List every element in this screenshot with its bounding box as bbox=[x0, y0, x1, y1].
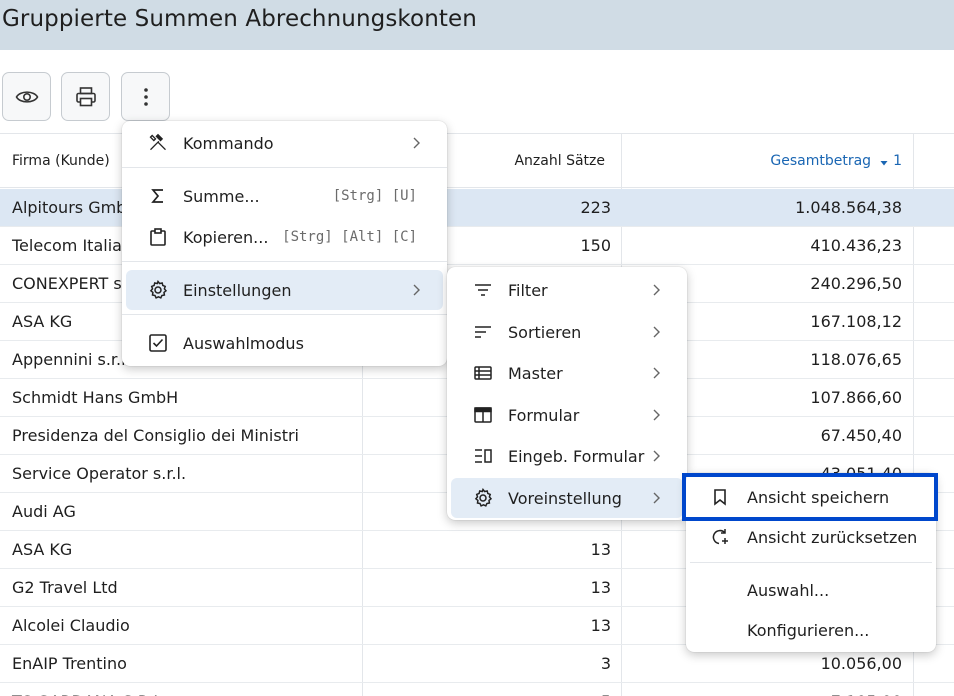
column-header-gesamtbetrag[interactable]: Gesamtbetrag 1 bbox=[621, 134, 902, 188]
column-header-gesamtbetrag-label: Gesamtbetrag bbox=[770, 153, 872, 169]
cell-firma: TC GARDANA S.R.L. bbox=[12, 683, 167, 696]
menu-item-label: Eingeb. Formular bbox=[508, 446, 645, 466]
menu-item-ansicht-zuruecksetzen[interactable]: Ansicht zurücksetzen bbox=[690, 517, 932, 557]
gear-icon bbox=[148, 280, 168, 300]
sort-lines-icon bbox=[473, 322, 493, 342]
chevron-right-icon bbox=[653, 367, 660, 379]
cell-betrag: 410.436,23 bbox=[810, 236, 902, 255]
menu-item-label: Auswahlmodus bbox=[183, 333, 304, 353]
sigma-icon bbox=[148, 186, 168, 206]
embedded-form-icon bbox=[473, 446, 493, 466]
menu-item-label: Summe... bbox=[183, 186, 260, 206]
cell-firma: Alcolei Claudio bbox=[12, 616, 130, 635]
cell-firma: Alpitours Gmb bbox=[12, 198, 127, 217]
gear-icon bbox=[473, 488, 493, 508]
title-bar: Gruppierte Summen Abrechnungskonten bbox=[0, 0, 954, 50]
menu-item-formular[interactable]: Formular bbox=[451, 395, 683, 435]
cell-firma: Telecom Italia S bbox=[12, 236, 138, 255]
chevron-right-icon bbox=[413, 284, 420, 296]
menu-item-label: Sortieren bbox=[508, 322, 582, 342]
menu-separator bbox=[122, 167, 447, 168]
menu-item-kopieren[interactable]: Kopieren... [Strg] [Alt] [C] bbox=[126, 217, 443, 257]
reset-view-icon bbox=[710, 527, 730, 547]
menu-item-label: Kommando bbox=[183, 133, 274, 153]
view-button[interactable] bbox=[2, 72, 51, 121]
sort-index: 1 bbox=[893, 153, 902, 169]
chevron-right-icon bbox=[653, 492, 660, 504]
page-title: Gruppierte Summen Abrechnungskonten bbox=[2, 6, 477, 32]
menu-item-label: Ansicht zurücksetzen bbox=[747, 527, 918, 547]
cell-betrag: 7.105,00 bbox=[621, 683, 902, 696]
more-options-button[interactable] bbox=[121, 72, 170, 121]
menu-item-shortcut: [Strg] [U] bbox=[332, 188, 417, 204]
menu-item-summe[interactable]: Summe... [Strg] [U] bbox=[126, 176, 443, 216]
cell-firma: EnAIP Trentino bbox=[12, 654, 127, 673]
more-vertical-icon bbox=[143, 87, 148, 106]
cell-anzahl: 13 bbox=[590, 578, 611, 597]
cell-anzahl: 5 bbox=[362, 683, 611, 696]
cell-firma: Schmidt Hans GmbH bbox=[12, 388, 179, 407]
cell-firma: CONEXPERT s.r. bbox=[12, 274, 137, 293]
cell-firma: G2 Travel Ltd bbox=[12, 578, 118, 597]
menu-separator bbox=[690, 562, 932, 563]
filter-lines-icon bbox=[473, 280, 493, 300]
cell-firma: Service Operator s.r.l. bbox=[12, 464, 187, 483]
menu-item-label: Kopieren... bbox=[183, 227, 269, 247]
menu-item-filter[interactable]: Filter bbox=[451, 270, 683, 310]
clipboard-icon bbox=[148, 227, 168, 247]
menu-item-voreinstellung[interactable]: Voreinstellung bbox=[451, 478, 683, 518]
menu-item-kommando[interactable]: Kommando bbox=[126, 123, 443, 163]
menu-item-sortieren[interactable]: Sortieren bbox=[451, 312, 683, 352]
sort-descending-icon bbox=[880, 160, 888, 165]
chevron-right-icon bbox=[653, 284, 660, 296]
chevron-right-icon bbox=[653, 450, 660, 462]
cell-firma: ASA KG bbox=[12, 540, 73, 559]
form-window-icon bbox=[473, 405, 493, 425]
print-button[interactable] bbox=[61, 72, 110, 121]
chevron-right-icon bbox=[653, 326, 660, 338]
cell-betrag: 1.048.564,38 bbox=[795, 198, 902, 217]
settings-submenu: Filter Sortieren Master Formular Eingeb.… bbox=[447, 267, 687, 520]
menu-item-label: Voreinstellung bbox=[508, 488, 622, 508]
cell-anzahl: 13 bbox=[590, 540, 611, 559]
menu-item-label: Auswahl... bbox=[747, 580, 830, 600]
menu-item-label: Formular bbox=[508, 405, 580, 425]
menu-item-eingeb-formular[interactable]: Eingeb. Formular bbox=[451, 436, 683, 476]
eye-icon bbox=[15, 90, 38, 103]
cell-firma: ASA KG bbox=[12, 312, 73, 331]
menu-item-shortcut: [Strg] [Alt] [C] bbox=[282, 229, 417, 245]
menu-item-auswahlmodus[interactable]: Auswahlmodus bbox=[126, 323, 443, 363]
menu-item-label: Einstellungen bbox=[183, 280, 292, 300]
menu-item-auswahl[interactable]: Auswahl... bbox=[690, 570, 932, 610]
menu-item-label: Filter bbox=[508, 280, 548, 300]
cell-firma: Appennini s.r.l. bbox=[12, 350, 131, 369]
checkbox-icon bbox=[148, 333, 168, 353]
menu-separator bbox=[122, 261, 447, 262]
table-row[interactable]: TC GARDANA S.R.L. 5 7.105,00 bbox=[0, 683, 954, 696]
menu-item-einstellungen[interactable]: Einstellungen bbox=[126, 270, 443, 310]
hammer-wrench-icon bbox=[148, 133, 168, 153]
focus-highlight-outline bbox=[682, 473, 938, 521]
printer-icon bbox=[75, 86, 96, 106]
menu-item-label: Konfigurieren... bbox=[747, 620, 870, 640]
chevron-right-icon bbox=[413, 137, 420, 149]
cell-anzahl: 3 bbox=[600, 654, 611, 673]
table-list-icon bbox=[473, 363, 493, 383]
context-menu: Kommando Summe... [Strg] [U] Kopieren...… bbox=[122, 121, 447, 366]
menu-item-label: Master bbox=[508, 363, 563, 383]
cell-anzahl: 13 bbox=[590, 616, 611, 635]
menu-item-konfigurieren[interactable]: Konfigurieren... bbox=[690, 610, 932, 650]
cell-firma: Presidenza del Consiglio dei Ministri bbox=[12, 426, 299, 445]
column-header-firma[interactable]: Firma (Kunde) bbox=[12, 134, 110, 188]
cell-firma: Audi AG bbox=[12, 502, 76, 521]
menu-item-master[interactable]: Master bbox=[451, 353, 683, 393]
chevron-right-icon bbox=[653, 409, 660, 421]
menu-separator bbox=[122, 314, 447, 315]
